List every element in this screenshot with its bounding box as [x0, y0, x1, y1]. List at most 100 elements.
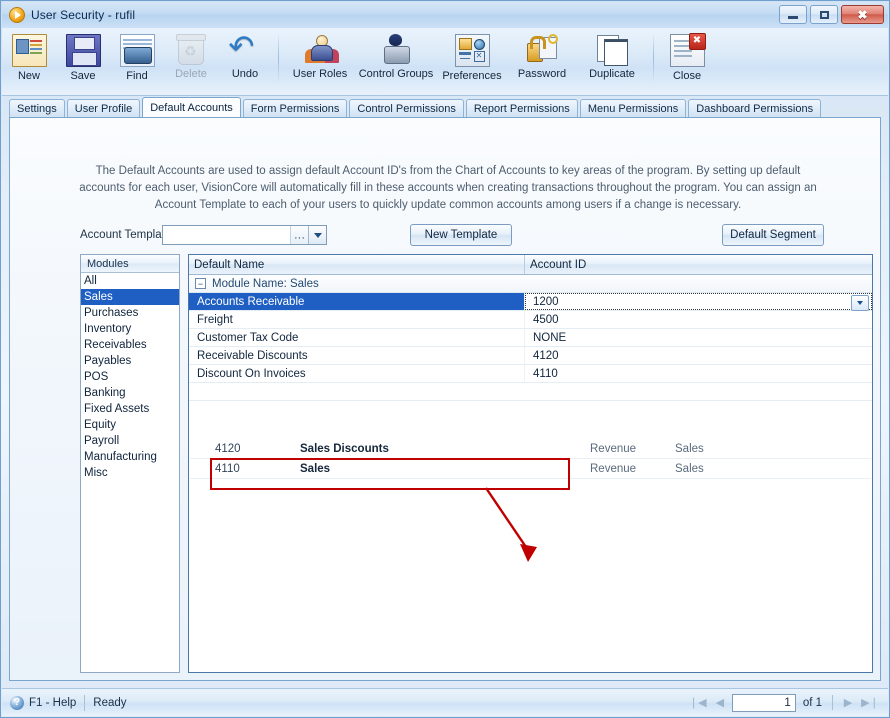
- minimize-button[interactable]: [779, 5, 807, 24]
- table-row[interactable]: Receivable Discounts 4120: [189, 347, 872, 365]
- table-row[interactable]: Customer Tax Code NONE: [189, 329, 872, 347]
- status-text: Ready: [93, 696, 127, 709]
- module-item-sales[interactable]: Sales: [81, 289, 179, 305]
- chevron-down-icon[interactable]: [308, 226, 326, 244]
- tab-user-profile[interactable]: User Profile: [66, 99, 141, 118]
- module-item-receivables[interactable]: Receivables: [81, 337, 179, 353]
- last-page-button[interactable]: ▶❘: [860, 694, 880, 712]
- tab-report-permissions[interactable]: Report Permissions: [465, 99, 578, 118]
- chevron-down-icon[interactable]: [851, 295, 869, 311]
- toolbar-undo-button[interactable]: Undo: [218, 29, 272, 80]
- module-item-payables[interactable]: Payables: [81, 353, 179, 369]
- pager: ❘◀ ◀ 1 of 1 ▶ ▶❘: [688, 693, 888, 712]
- undo-arrow-icon: [229, 29, 262, 65]
- panel-description: The Default Accounts are used to assign …: [79, 165, 817, 211]
- table-row[interactable]: Freight 4500: [189, 311, 872, 329]
- tab-form-permissions[interactable]: Form Permissions: [242, 99, 348, 118]
- preferences-icon: ✕: [454, 34, 490, 67]
- duplicate-icon: [596, 34, 629, 66]
- password-lock-icon: [526, 34, 559, 65]
- prev-page-button[interactable]: ◀: [710, 694, 730, 712]
- module-item-misc[interactable]: Misc: [81, 465, 179, 481]
- toolbar-duplicate-button[interactable]: Duplicate: [577, 31, 647, 80]
- new-record-icon: [11, 34, 47, 67]
- tab-menu-permissions[interactable]: Menu Permissions: [579, 99, 687, 118]
- module-item-equity[interactable]: Equity: [81, 417, 179, 433]
- toolbar-new-button[interactable]: New: [2, 31, 56, 82]
- toolbar-delete-label: Delete: [175, 68, 207, 80]
- toolbar-preferences-button[interactable]: ✕ Preferences: [437, 31, 507, 82]
- pager-divider: [832, 695, 833, 710]
- account-module: Sales: [675, 442, 704, 455]
- default-accounts-grid: Default Name Account ID − Module Name: S…: [188, 254, 873, 673]
- toolbar-control-groups-button[interactable]: Control Groups: [355, 31, 437, 80]
- grid-column-default-name[interactable]: Default Name: [189, 255, 525, 274]
- table-row[interactable]: Discount On Invoices 4110: [189, 365, 872, 383]
- toolbar-close-button[interactable]: Close: [660, 31, 714, 82]
- account-template-combo[interactable]: ···: [162, 225, 327, 245]
- module-item-manufacturing[interactable]: Manufacturing: [81, 449, 179, 465]
- grid-header-row: Default Name Account ID: [189, 255, 872, 275]
- tab-dashboard-permissions[interactable]: Dashboard Permissions: [688, 99, 822, 118]
- row-account-id[interactable]: 4500: [525, 311, 872, 328]
- row-default-name: Customer Tax Code: [189, 329, 525, 346]
- maximize-button[interactable]: [810, 5, 838, 24]
- row-default-name: Discount On Invoices: [189, 365, 525, 382]
- play-circle-icon: [9, 7, 25, 23]
- toolbar-save-button[interactable]: Save: [56, 31, 110, 82]
- row-account-id[interactable]: 4120: [525, 347, 872, 364]
- collapse-icon[interactable]: −: [195, 278, 206, 289]
- row-default-name: Receivable Discounts: [189, 347, 525, 364]
- toolbar-user-roles-button[interactable]: User Roles: [285, 31, 355, 80]
- toolbar-find-button[interactable]: Find: [110, 31, 164, 82]
- ellipsis-icon[interactable]: ···: [290, 226, 308, 244]
- close-icon: ✖: [857, 7, 868, 22]
- account-template-label: Account Template: [80, 229, 172, 241]
- first-page-button[interactable]: ❘◀: [688, 694, 708, 712]
- close-button[interactable]: ✖: [841, 5, 884, 24]
- module-item-banking[interactable]: Banking: [81, 385, 179, 401]
- module-item-inventory[interactable]: Inventory: [81, 321, 179, 337]
- grid-column-account-id[interactable]: Account ID: [525, 255, 872, 274]
- window-title: User Security - rufil: [31, 8, 136, 22]
- toolbar-separator-1: [278, 33, 279, 83]
- module-item-all[interactable]: All: [81, 273, 179, 289]
- row-account-id[interactable]: NONE: [525, 329, 872, 346]
- row-account-id[interactable]: 4110: [525, 365, 872, 382]
- new-template-button[interactable]: New Template: [410, 224, 512, 246]
- grid-group-row-sales[interactable]: − Module Name: Sales: [189, 275, 872, 293]
- close-document-icon: [669, 33, 706, 67]
- status-bar: ? F1 - Help Ready ❘◀ ◀ 1 of 1 ▶ ▶❘: [2, 688, 888, 716]
- account-id: 4120: [215, 442, 241, 455]
- maximize-icon: [819, 10, 829, 19]
- page-number-input[interactable]: 1: [731, 693, 796, 712]
- tab-settings[interactable]: Settings: [9, 99, 65, 118]
- toolbar-user-roles-label: User Roles: [292, 68, 348, 80]
- table-row[interactable]: Accounts Receivable 1200: [189, 293, 872, 311]
- toolbar-delete-button: Delete: [164, 31, 218, 80]
- delete-trash-icon: [176, 34, 206, 65]
- list-item[interactable]: 4110 Sales Revenue Sales: [190, 459, 871, 479]
- control-groups-icon: [380, 34, 413, 65]
- main-toolbar: New Save Find Delete Undo User Roles Con…: [2, 28, 888, 96]
- minimize-icon: [788, 15, 798, 19]
- module-item-fixed-assets[interactable]: Fixed Assets: [81, 401, 179, 417]
- list-item[interactable]: 4120 Sales Discounts Revenue Sales: [190, 439, 871, 459]
- help-button[interactable]: ? F1 - Help: [2, 695, 76, 710]
- account-name: Sales Discounts: [300, 442, 389, 455]
- row-default-name: Freight: [189, 311, 525, 328]
- tab-control-permissions[interactable]: Control Permissions: [349, 99, 464, 118]
- module-item-purchases[interactable]: Purchases: [81, 305, 179, 321]
- row-account-id-editor[interactable]: 1200: [525, 293, 872, 311]
- module-item-payroll[interactable]: Payroll: [81, 433, 179, 449]
- default-segment-button[interactable]: Default Segment: [722, 224, 824, 246]
- page-total-label: of 1: [802, 696, 822, 709]
- find-binoculars-icon: [119, 34, 155, 67]
- toolbar-undo-label: Undo: [231, 68, 259, 80]
- toolbar-duplicate-label: Duplicate: [589, 68, 635, 80]
- tab-default-accounts[interactable]: Default Accounts: [142, 97, 241, 118]
- module-item-pos[interactable]: POS: [81, 369, 179, 385]
- grid-empty-row: [189, 383, 872, 401]
- next-page-button[interactable]: ▶: [838, 694, 858, 712]
- toolbar-password-button[interactable]: Password: [507, 31, 577, 80]
